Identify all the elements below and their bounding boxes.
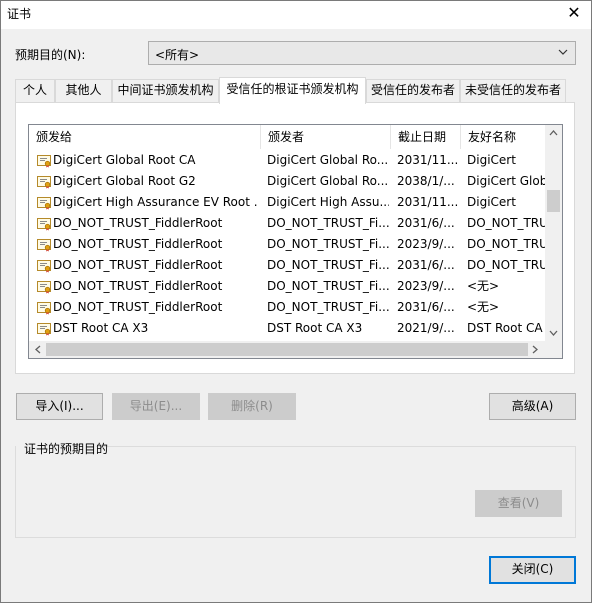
cell-issued-by: DO_NOT_TRUST_Fi... <box>267 258 389 272</box>
table-row[interactable]: DigiCert High Assurance EV Root ... DigiC… <box>29 192 546 213</box>
horizontal-scrollbar[interactable] <box>29 341 545 358</box>
cell-expiration-date: 2031/6/... <box>397 300 455 314</box>
purpose-dropdown[interactable]: <所有> <box>148 41 576 65</box>
table-row[interactable]: DO_NOT_TRUST_FiddlerRoot DO_NOT_TRUST_Fi.… <box>29 297 546 318</box>
cell-issued-to: DigiCert High Assurance EV Root ... <box>53 195 258 209</box>
cell-friendly-name: DO_NOT_TRU <box>467 258 545 272</box>
column-header-issued-to[interactable]: 颁发给 <box>29 125 261 149</box>
cell-issued-to: DO_NOT_TRUST_FiddlerRoot <box>53 300 223 314</box>
tab-personal[interactable]: 个人 <box>15 79 55 102</box>
vertical-scrollbar[interactable] <box>545 125 562 341</box>
chevron-down-icon <box>558 49 568 55</box>
tab-trusted-publishers[interactable]: 受信任的发布者 <box>366 79 460 102</box>
cell-expiration-date: 2023/9/... <box>397 279 455 293</box>
certificate-icon <box>37 155 51 168</box>
certificate-icon <box>37 176 51 189</box>
window-title: 证书 <box>7 7 32 21</box>
cell-friendly-name: <无> <box>467 300 500 314</box>
column-header-issued-by[interactable]: 颁发者 <box>261 125 391 149</box>
cell-issued-to: DST Root CA X3 <box>53 321 149 335</box>
intended-purposes-label: 证书的预期目的 <box>24 442 109 456</box>
tab-trusted-root-ca[interactable]: 受信任的根证书颁发机构 <box>219 77 366 104</box>
tab-untrusted-publishers[interactable]: 未受信任的发布者 <box>460 79 566 102</box>
table-row[interactable]: DigiCert Global Root CA DigiCert Global R… <box>29 150 546 171</box>
tab-other-people[interactable]: 其他人 <box>55 79 112 102</box>
close-window-button[interactable]: ✕ <box>563 2 585 24</box>
certificate-list[interactable]: 颁发给 颁发者 截止日期 友好名称 DigiCert Global Root C… <box>28 124 563 359</box>
purpose-label: 预期目的(N): <box>15 48 86 62</box>
cell-issued-to: DO_NOT_TRUST_FiddlerRoot <box>53 279 223 293</box>
column-header-expiration-date[interactable]: 截止日期 <box>391 125 461 149</box>
scroll-down-icon[interactable] <box>549 330 558 336</box>
cell-issued-to: DO_NOT_TRUST_FiddlerRoot <box>53 258 223 272</box>
cell-expiration-date: 2031/6/... <box>397 216 455 230</box>
cell-friendly-name: DigiCert <box>467 195 516 209</box>
table-row[interactable]: DigiCert Global Root G2 DigiCert Global R… <box>29 171 546 192</box>
column-header-friendly-name[interactable]: 友好名称 <box>461 125 545 149</box>
cell-issued-to: DO_NOT_TRUST_FiddlerRoot <box>53 216 223 230</box>
close-button[interactable]: 关闭(C) <box>489 556 576 584</box>
cell-expiration-date: 2038/1/... <box>397 174 455 188</box>
view-button[interactable]: 查看(V) <box>475 490 562 517</box>
cell-friendly-name: DigiCert Glob <box>467 174 545 188</box>
cell-issued-by: DO_NOT_TRUST_Fi... <box>267 216 389 230</box>
cell-issued-by: DigiCert Global Ro... <box>267 153 389 167</box>
table-row[interactable]: DST Root CA X3 DST Root CA X3 2021/9/... DS… <box>29 318 546 339</box>
import-button[interactable]: 导入(I)... <box>16 393 103 420</box>
cell-issued-by: DST Root CA X3 <box>267 321 363 335</box>
certificate-icon <box>37 323 51 336</box>
scroll-right-icon[interactable] <box>532 345 538 354</box>
cell-issued-by: DO_NOT_TRUST_Fi... <box>267 279 389 293</box>
cell-expiration-date: 2021/9/... <box>397 321 455 335</box>
vertical-scroll-thumb[interactable] <box>547 190 560 212</box>
table-row[interactable]: DO_NOT_TRUST_FiddlerRoot DO_NOT_TRUST_Fi.… <box>29 276 546 297</box>
scroll-up-icon[interactable] <box>549 130 558 136</box>
export-button[interactable]: 导出(E)... <box>112 393 200 420</box>
horizontal-scroll-thumb[interactable] <box>46 343 528 356</box>
cell-issued-by: DO_NOT_TRUST_Fi... <box>267 237 389 251</box>
certificate-icon <box>37 197 51 210</box>
scrollbar-corner <box>545 341 562 358</box>
cell-expiration-date: 2031/11... <box>397 195 459 209</box>
advanced-button[interactable]: 高级(A) <box>489 393 576 420</box>
cell-issued-to: DigiCert Global Root G2 <box>53 174 196 188</box>
purpose-selected: <所有> <box>155 48 200 62</box>
remove-button[interactable]: 删除(R) <box>208 393 296 420</box>
cell-issued-by: DO_NOT_TRUST_Fi... <box>267 300 389 314</box>
cell-expiration-date: 2031/11... <box>397 153 459 167</box>
title-bar <box>1 1 591 29</box>
cell-expiration-date: 2023/9/... <box>397 237 455 251</box>
cell-friendly-name: DO_NOT_TRU <box>467 216 545 230</box>
cell-expiration-date: 2031/6/... <box>397 258 455 272</box>
cell-issued-by: DigiCert High Assu... <box>267 195 389 209</box>
cell-friendly-name: DO_NOT_TRU <box>467 237 545 251</box>
certificate-icon <box>37 239 51 252</box>
scroll-left-icon[interactable] <box>35 345 41 354</box>
table-row[interactable]: DO_NOT_TRUST_FiddlerRoot DO_NOT_TRUST_Fi.… <box>29 234 546 255</box>
table-row[interactable]: DO_NOT_TRUST_FiddlerRoot DO_NOT_TRUST_Fi.… <box>29 213 546 234</box>
tab-intermediate-ca[interactable]: 中间证书颁发机构 <box>112 79 219 102</box>
certificate-icon <box>37 281 51 294</box>
cell-issued-to: DigiCert Global Root CA <box>53 153 196 167</box>
cell-issued-by: DigiCert Global Ro... <box>267 174 389 188</box>
certificate-icon <box>37 260 51 273</box>
cell-friendly-name: <无> <box>467 279 500 293</box>
certificate-icon <box>37 218 51 231</box>
cell-friendly-name: DigiCert <box>467 153 516 167</box>
cell-friendly-name: DST Root CA <box>467 321 543 335</box>
cell-issued-to: DO_NOT_TRUST_FiddlerRoot <box>53 237 223 251</box>
table-row[interactable]: DO_NOT_TRUST_FiddlerRoot DO_NOT_TRUST_Fi.… <box>29 255 546 276</box>
certificate-icon <box>37 302 51 315</box>
